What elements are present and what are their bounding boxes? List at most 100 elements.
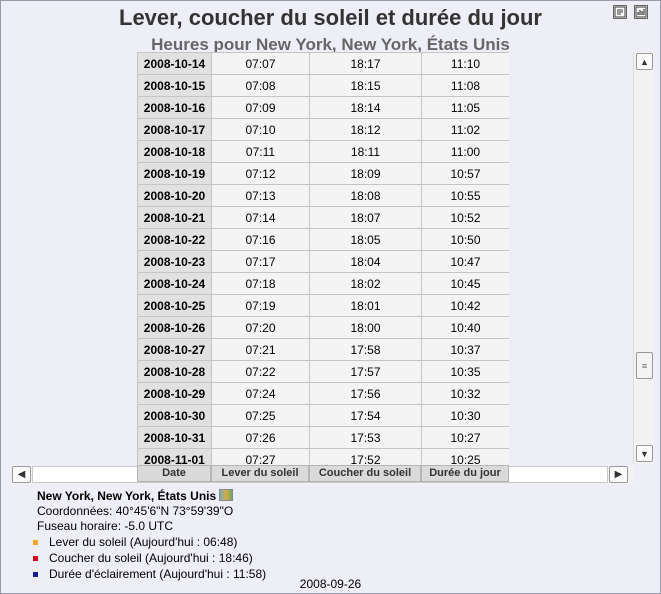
cell-sunset: 18:07 — [309, 206, 422, 229]
sunrise-swatch — [33, 539, 38, 545]
cell-sunrise: 07:19 — [211, 294, 310, 317]
cell-date: 2008-10-27 — [137, 338, 212, 361]
table-row: 2008-10-24 07:18 18:02 10:45 — [137, 272, 509, 295]
cell-date: 2008-11-01 — [137, 448, 212, 465]
sun-table: 2008-10-14 07:07 18:17 11:10 2008-10-15 07:08… — [137, 52, 509, 465]
table-row: 2008-10-15 07:08 18:15 11:08 — [137, 74, 509, 97]
cell-date: 2008-10-25 — [137, 294, 212, 317]
table-row: 2008-10-23 07:17 18:04 10:47 — [137, 250, 509, 273]
cell-sunset: 18:05 — [309, 228, 422, 251]
cell-sunset: 18:01 — [309, 294, 422, 317]
cell-sunset: 17:52 — [309, 448, 422, 465]
legend-label: Coucher du soleil (Aujourd'hui : 18:46) — [49, 551, 253, 565]
cell-daylength: 11:08 — [421, 74, 509, 97]
cell-sunrise: 07:07 — [211, 52, 310, 75]
cell-date: 2008-10-19 — [137, 162, 212, 185]
arrow-right-icon[interactable]: ▶ — [609, 466, 628, 483]
cell-daylength: 11:00 — [421, 140, 509, 163]
cell-date: 2008-10-24 — [137, 272, 212, 295]
cell-daylength: 11:05 — [421, 96, 509, 119]
cell-sunset: 18:14 — [309, 96, 422, 119]
cell-daylength: 10:55 — [421, 184, 509, 207]
cell-daylength: 11:10 — [421, 52, 509, 75]
legend: Lever du soleil (Aujourd'hui : 06:48) Co… — [33, 534, 266, 582]
column-header-sunset[interactable]: Coucher du soleil — [309, 465, 421, 482]
cell-sunrise: 07:09 — [211, 96, 310, 119]
cell-sunset: 18:04 — [309, 250, 422, 273]
table-row: 2008-11-01 07:27 17:52 10:25 — [137, 448, 509, 465]
cell-date: 2008-10-16 — [137, 96, 212, 119]
location-info: New York, New York, États Unis Coordonné… — [37, 489, 234, 534]
cell-sunrise: 07:22 — [211, 360, 310, 383]
table-row: 2008-10-27 07:21 17:58 10:37 — [137, 338, 509, 361]
cell-daylength: 10:25 — [421, 448, 509, 465]
cell-date: 2008-10-28 — [137, 360, 212, 383]
vertical-scrollbar[interactable]: ▲ ≡ ▼ — [633, 52, 654, 464]
cell-daylength: 10:32 — [421, 382, 509, 405]
daylight-swatch — [33, 571, 38, 577]
cell-date: 2008-10-15 — [137, 74, 212, 97]
cell-date: 2008-10-14 — [137, 52, 212, 75]
table-row: 2008-10-22 07:16 18:05 10:50 — [137, 228, 509, 251]
footer-date: 2008-09-26 — [299, 577, 362, 591]
cell-date: 2008-10-30 — [137, 404, 212, 427]
arrow-left-icon[interactable]: ◀ — [12, 466, 31, 483]
table-row: 2008-10-28 07:22 17:57 10:35 — [137, 360, 509, 383]
cell-sunset: 17:57 — [309, 360, 422, 383]
cell-sunset: 18:09 — [309, 162, 422, 185]
column-header-date[interactable]: Date — [137, 465, 211, 482]
cell-date: 2008-10-23 — [137, 250, 212, 273]
cell-date: 2008-10-18 — [137, 140, 212, 163]
cell-sunset: 17:58 — [309, 338, 422, 361]
table-row: 2008-10-17 07:10 18:12 11:02 — [137, 118, 509, 141]
cell-sunrise: 07:16 — [211, 228, 310, 251]
arrow-up-icon[interactable]: ▲ — [636, 53, 653, 70]
table-header: Date Lever du soleil Coucher du soleil D… — [137, 465, 509, 482]
cell-daylength: 10:42 — [421, 294, 509, 317]
cell-sunrise: 07:26 — [211, 426, 310, 449]
page-title: Lever, coucher du soleil et durée du jou… — [119, 5, 542, 30]
sunset-swatch — [33, 555, 38, 561]
cell-sunset: 18:17 — [309, 52, 422, 75]
column-header-sunrise[interactable]: Lever du soleil — [211, 465, 309, 482]
column-header-daylength[interactable]: Durée du jour — [421, 465, 509, 482]
cell-date: 2008-10-26 — [137, 316, 212, 339]
cell-daylength: 10:45 — [421, 272, 509, 295]
cell-daylength: 10:37 — [421, 338, 509, 361]
cell-daylength: 10:27 — [421, 426, 509, 449]
cell-date: 2008-10-22 — [137, 228, 212, 251]
cell-sunset: 18:08 — [309, 184, 422, 207]
table-row: 2008-10-20 07:13 18:08 10:55 — [137, 184, 509, 207]
cell-sunset: 18:11 — [309, 140, 422, 163]
arrow-down-icon[interactable]: ▼ — [636, 445, 653, 462]
table-row: 2008-10-19 07:12 18:09 10:57 — [137, 162, 509, 185]
cell-sunrise: 07:11 — [211, 140, 310, 163]
cell-daylength: 11:02 — [421, 118, 509, 141]
legend-item-sunrise: Lever du soleil (Aujourd'hui : 06:48) — [33, 534, 266, 550]
cell-sunset: 17:56 — [309, 382, 422, 405]
location-name: New York, New York, États Unis — [37, 489, 217, 503]
cell-date: 2008-10-21 — [137, 206, 212, 229]
cell-date: 2008-10-20 — [137, 184, 212, 207]
cell-sunrise: 07:17 — [211, 250, 310, 273]
table-row: 2008-10-26 07:20 18:00 10:40 — [137, 316, 509, 339]
scroll-thumb[interactable]: ≡ — [636, 352, 653, 379]
cell-sunset: 17:54 — [309, 404, 422, 427]
cell-sunrise: 07:25 — [211, 404, 310, 427]
cell-sunrise: 07:13 — [211, 184, 310, 207]
cell-sunrise: 07:12 — [211, 162, 310, 185]
export-icon[interactable] — [613, 5, 627, 19]
cell-daylength: 10:57 — [421, 162, 509, 185]
timezone-text: Fuseau horaire: -5.0 UTC — [37, 519, 174, 533]
legend-label: Lever du soleil (Aujourd'hui : 06:48) — [49, 535, 238, 549]
table-row: 2008-10-16 07:09 18:14 11:05 — [137, 96, 509, 119]
table-viewport[interactable]: 2008-10-14 07:07 18:17 11:10 2008-10-15 07:08… — [137, 52, 509, 465]
cell-date: 2008-10-31 — [137, 426, 212, 449]
table-row: 2008-10-31 07:26 17:53 10:27 — [137, 426, 509, 449]
cell-date: 2008-10-17 — [137, 118, 212, 141]
cell-daylength: 10:30 — [421, 404, 509, 427]
cell-sunrise: 07:21 — [211, 338, 310, 361]
table-row: 2008-10-14 07:07 18:17 11:10 — [137, 52, 509, 75]
chart-icon[interactable] — [634, 5, 648, 19]
cell-daylength: 10:40 — [421, 316, 509, 339]
